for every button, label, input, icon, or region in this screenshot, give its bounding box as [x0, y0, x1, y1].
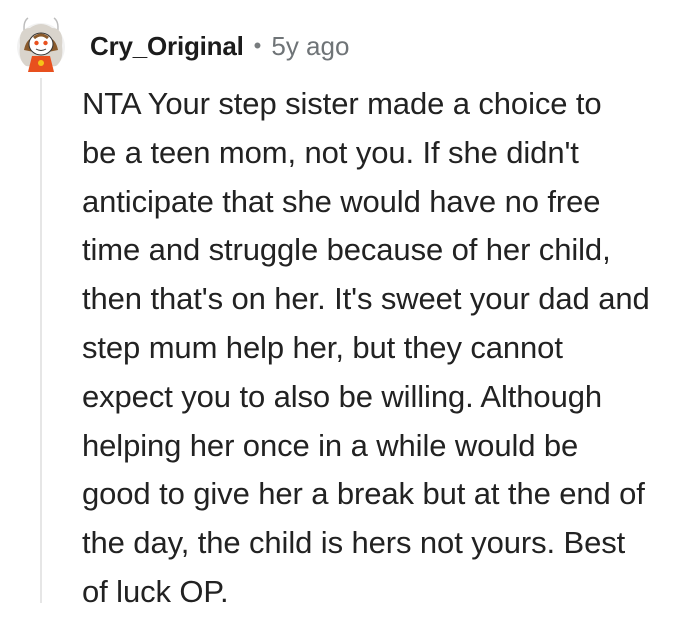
comment-body-line: NTA Your step sister made a choice to — [82, 86, 602, 121]
comment-body-line: anticipate that she would have no free — [82, 183, 601, 219]
user-avatar[interactable] — [12, 16, 70, 74]
comment-body-line: the day, the child is hers not yours. Be… — [82, 525, 626, 561]
comment-age: 5y ago — [271, 30, 350, 61]
comment-body-line: good to give her a break but at the end … — [82, 476, 645, 512]
username-link[interactable]: Cry_Original — [90, 31, 244, 62]
comment-body-line: then that's on her. It's sweet your dad … — [82, 281, 650, 317]
comment: Cry_Original • 5y ago NTA Your step sist… — [0, 0, 700, 609]
comment-body-line: step mum help her, but they cannot — [82, 329, 563, 365]
comment-body-line: helping her once in a while would be — [82, 427, 579, 463]
comment-body-line: of luck OP. — [82, 573, 229, 609]
snoo-avatar-icon — [17, 17, 65, 72]
comment-body-line: time and struggle because of her child, — [82, 232, 611, 268]
comment-body-line: expect you to also be willing. Although — [82, 378, 602, 414]
thread-line[interactable] — [40, 78, 42, 603]
comment-header: Cry_Original • 5y ago — [90, 28, 349, 64]
header-separator: • — [253, 33, 262, 58]
comment-body: NTA Your step sister made a choice to be… — [82, 80, 692, 617]
comment-body-line: be a teen mom, not you. If she didn't — [82, 134, 579, 170]
